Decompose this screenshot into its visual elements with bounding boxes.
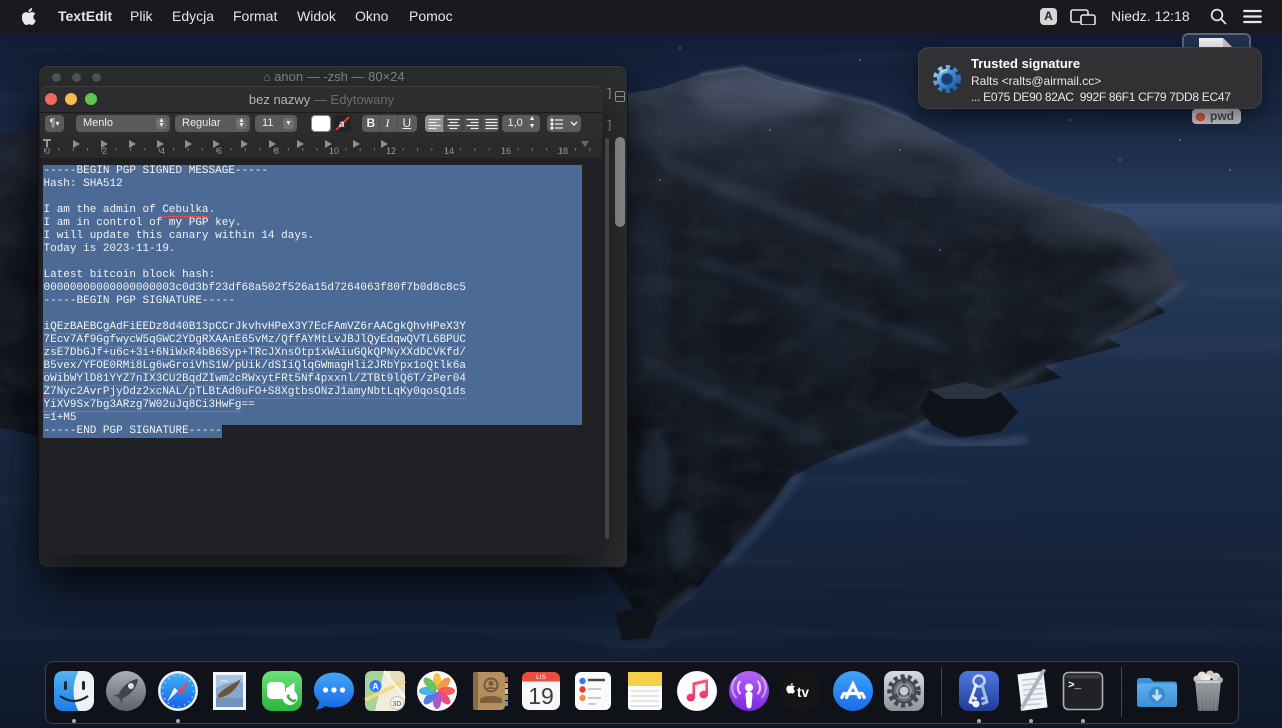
svg-text:LIS: LIS <box>536 674 546 681</box>
svg-text:19: 19 <box>528 683 554 709</box>
svg-text:tv: tv <box>797 685 809 700</box>
svg-text:a: a <box>339 119 345 130</box>
svg-text:>_: >_ <box>1068 680 1082 692</box>
svg-text:3D: 3D <box>393 701 402 708</box>
svg-text:A: A <box>373 682 380 692</box>
